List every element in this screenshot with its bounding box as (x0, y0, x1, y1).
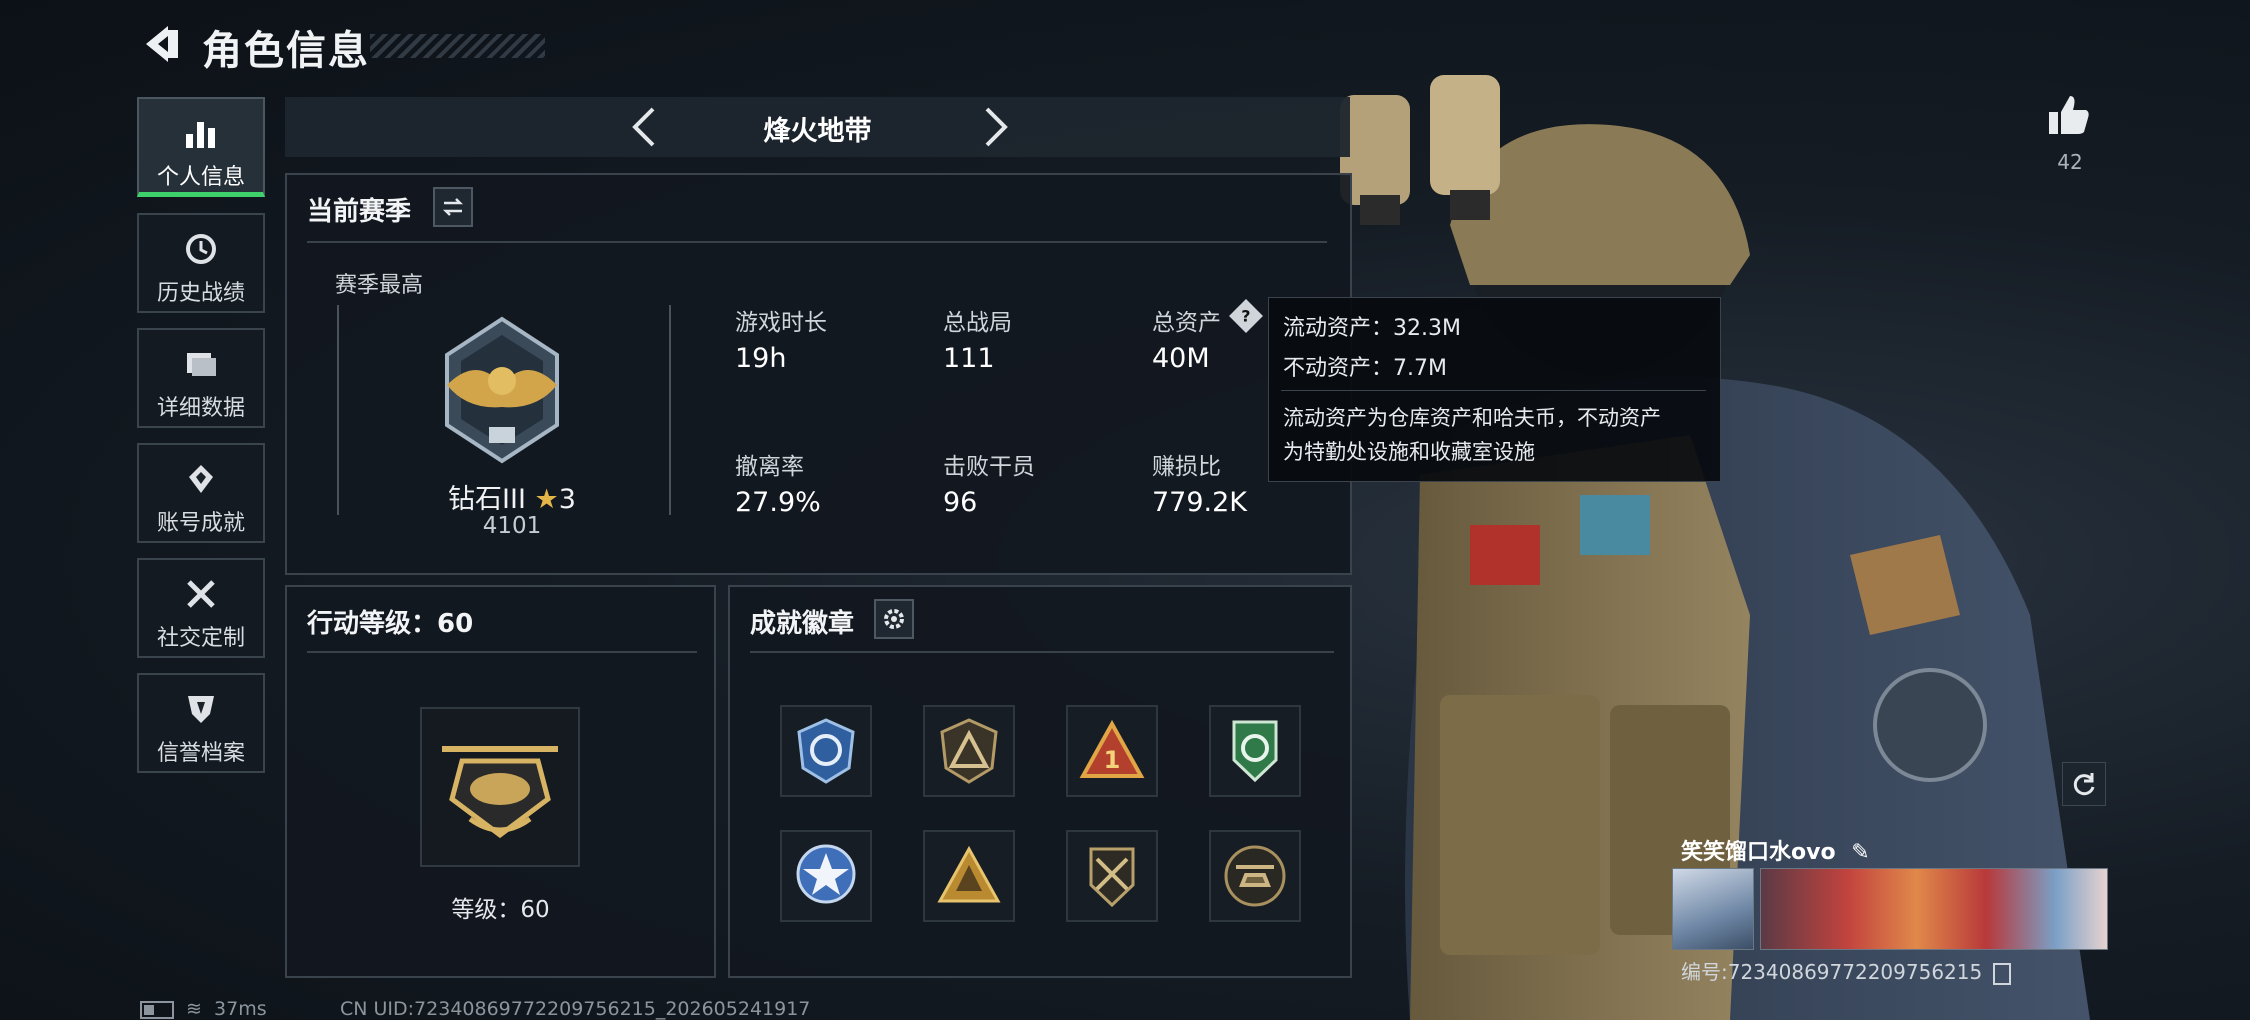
badge-settings-button[interactable] (874, 599, 914, 639)
folder-icon (139, 344, 263, 384)
stat-extraction-rate-value: 27.9% (735, 487, 821, 518)
uid-line: CN UID:72340869772209756215_202605241917 (340, 998, 811, 1020)
rank-points: 4101 (482, 513, 542, 539)
player-banner[interactable] (1760, 868, 2108, 950)
stat-profit-loss-value: 779.2K (1152, 487, 1248, 518)
switch-season-button[interactable] (433, 187, 473, 227)
swap-icon (442, 198, 464, 216)
sidebar-item-achievements[interactable]: 账号成就 (137, 443, 265, 543)
rank-stars: 3 (558, 484, 576, 515)
like-count: 42 (2057, 150, 2083, 174)
player-avatar[interactable] (1672, 868, 1754, 950)
stat-operators-defeated-value: 96 (943, 487, 978, 518)
star-icon: ★ (534, 484, 559, 515)
season-panel: 当前赛季 赛季最高 钻石III ★3 4101 游戏时长 19h 总战局 111… (285, 173, 1352, 575)
stat-total-assets-label: 总资产 (1152, 310, 1221, 336)
achievement-badge[interactable] (1209, 830, 1301, 922)
battery-icon (140, 1000, 174, 1019)
player-nickname-row: 笑笑馏口水ovo ✎ (1681, 834, 1870, 866)
sidebar-item-label: 社交定制 (156, 626, 245, 651)
triangle-badge-icon (940, 718, 998, 784)
player-id-row: 编号:72340869772209756215 (1681, 956, 2011, 985)
level-emblem-frame (420, 707, 580, 867)
achievement-badge[interactable]: 1 (1066, 705, 1158, 797)
green-shield-badge-icon (1232, 720, 1278, 783)
tooltip-description-1: 流动资产为仓库资产和哈夫币，不动资产 (1283, 406, 1661, 430)
player-nickname: 笑笑馏口水ovo (1681, 840, 1836, 865)
refresh-icon (2073, 773, 2095, 796)
sidebar-item-label: 个人信息 (156, 165, 245, 190)
page-title: 角色信息 (202, 28, 370, 74)
copy-icon[interactable] (1992, 962, 2011, 985)
achievement-badges-panel: 成就徽章 1 (728, 585, 1352, 978)
achievement-badge[interactable] (1066, 830, 1158, 922)
red-triangle-one-badge-icon: 1 (1079, 719, 1145, 778)
mode-label: 烽火地带 (763, 116, 872, 147)
action-level-panel: 行动等级：60 等级：60 (285, 585, 716, 978)
wifi-icon: ≋ (186, 998, 202, 1020)
action-level-title: 行动等级：60 (307, 609, 474, 639)
sidebar-item-history[interactable]: 历史战绩 (137, 213, 265, 313)
achievement-badge[interactable] (923, 830, 1015, 922)
thumbs-up-icon[interactable] (2046, 92, 2092, 138)
pyramid-badge-icon (937, 845, 1001, 903)
ping-value: 37ms (214, 998, 267, 1020)
sidebar-item-label: 信誉档案 (156, 741, 245, 766)
achievement-badge[interactable] (923, 705, 1015, 797)
refresh-character-button[interactable] (2062, 762, 2106, 806)
mode-selector: 烽火地带 (285, 97, 1350, 157)
stat-play-time-value: 19h (735, 343, 787, 374)
season-title: 当前赛季 (307, 197, 412, 227)
season-best-label: 赛季最高 (335, 273, 424, 298)
sidebar-item-label: 历史战绩 (156, 281, 245, 306)
achievements-title: 成就徽章 (750, 609, 855, 639)
next-mode-arrow-icon[interactable] (975, 105, 1015, 149)
stat-profit-loss-label: 赚损比 (1152, 454, 1221, 480)
tools-icon (139, 574, 263, 614)
stat-total-matches-label: 总战局 (943, 310, 1012, 336)
helicopter-badge-icon (1224, 845, 1286, 907)
gear-icon (884, 609, 904, 629)
sidebar-item-label: 账号成就 (156, 511, 245, 536)
tooltip-description-2: 为特勤处设施和收藏室设施 (1283, 440, 1535, 464)
title-decoration (370, 34, 545, 58)
device-status: ≋ 37ms (140, 998, 267, 1020)
sidebar-item-label: 详细数据 (156, 396, 245, 421)
sidebar-item-reputation[interactable]: 信誉档案 (137, 673, 265, 773)
stat-total-matches-value: 111 (943, 343, 995, 374)
assets-tooltip: 流动资产：32.3M 不动资产：7.7M 流动资产为仓库资产和哈夫币，不动资产 … (1268, 297, 1721, 482)
stat-total-assets-value: 40M (1152, 343, 1210, 374)
svg-text:1: 1 (1104, 746, 1121, 774)
edit-pencil-icon[interactable]: ✎ (1851, 840, 1869, 865)
tooltip-fixed-assets: 不动资产：7.7M (1283, 356, 1447, 381)
stat-extraction-rate-label: 撤离率 (735, 454, 804, 480)
rank-name-row: 钻石III ★3 (427, 477, 597, 516)
sidebar-item-social-custom[interactable]: 社交定制 (137, 558, 265, 658)
sidebar-item-personal-info[interactable]: 个人信息 (137, 97, 265, 197)
history-icon (139, 229, 263, 269)
sidebar-item-detailed-data[interactable]: 详细数据 (137, 328, 265, 428)
bar-chart-icon (139, 113, 263, 153)
player-id: 编号:72340869772209756215 (1681, 960, 1983, 984)
blue-star-badge-icon (796, 844, 856, 904)
achievement-badge[interactable] (1209, 705, 1301, 797)
assets-help-icon[interactable]: ? (1229, 299, 1263, 333)
tooltip-liquid-assets: 流动资产：32.3M (1283, 316, 1461, 341)
shield-icon (139, 689, 263, 729)
diamond-rank-emblem-icon (445, 316, 559, 464)
achievement-badge[interactable] (780, 830, 872, 922)
level-caption: 等级：60 (451, 897, 550, 923)
stat-play-time-label: 游戏时长 (735, 310, 827, 336)
achievement-icon (139, 459, 263, 499)
achievement-badge[interactable] (780, 705, 872, 797)
helicopter-level-emblem-icon (442, 746, 558, 839)
rank-name: 钻石III (448, 484, 526, 515)
stat-operators-defeated-label: 击败干员 (943, 454, 1035, 480)
back-arrow-icon[interactable] (138, 22, 182, 66)
crossed-rifle-badge-icon (1089, 847, 1135, 908)
blue-globe-badge-icon (797, 718, 855, 784)
